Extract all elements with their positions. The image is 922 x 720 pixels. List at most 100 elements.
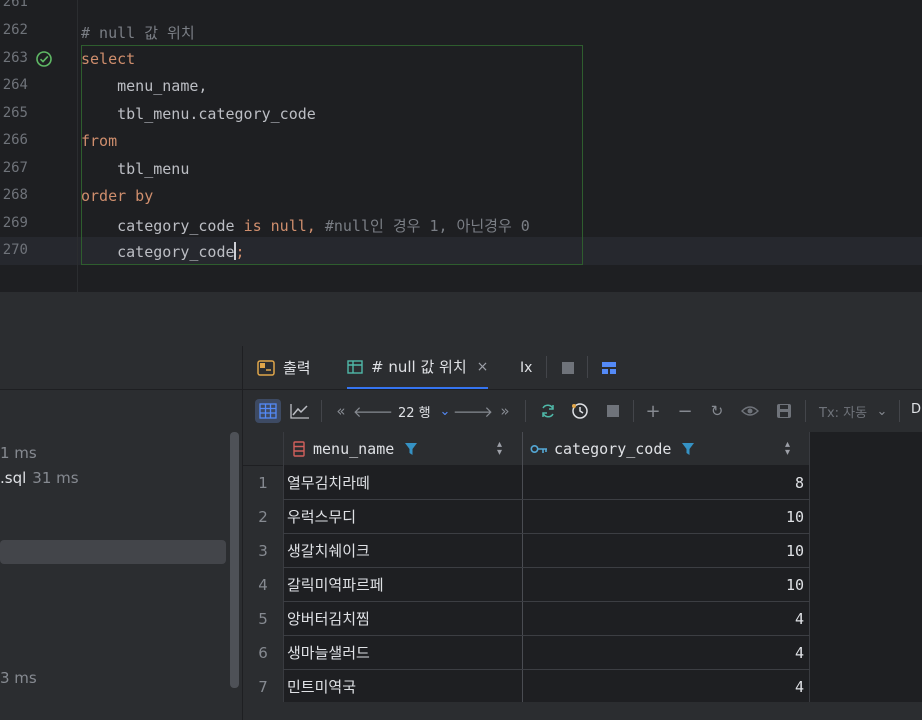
cell-category-code[interactable]: 10 — [654, 568, 804, 602]
panel-divider — [0, 292, 922, 346]
history-button[interactable] — [569, 399, 591, 423]
toolbar-overflow-label[interactable]: D — [911, 402, 921, 417]
column-header-menu-name[interactable]: menu_name — [293, 432, 521, 465]
add-row-icon[interactable]: + — [643, 399, 663, 423]
table-row[interactable]: 3 생갈치쉐이크 10 — [243, 534, 810, 568]
table-row[interactable]: 7 민트미역국 4 — [243, 670, 810, 704]
row-count[interactable]: 22 행 — [398, 402, 431, 421]
cell-menu-name[interactable]: 생갈치쉐이크 — [287, 534, 370, 568]
cell-category-code[interactable]: 4 — [654, 670, 804, 704]
row-number: 7 — [243, 670, 283, 704]
horizontal-scrollbar-track[interactable] — [243, 702, 922, 720]
stop-tab-button[interactable] — [561, 346, 575, 389]
chart-view-button[interactable] — [287, 399, 313, 423]
chevron-down-icon[interactable]: ⌄ — [437, 399, 453, 423]
service-item-time: 31 ms — [32, 469, 79, 487]
row-number: 6 — [243, 636, 283, 670]
toolbar-separator — [633, 400, 634, 422]
column-icon — [293, 440, 305, 457]
table-icon — [347, 359, 363, 374]
line-number: 264 — [2, 77, 28, 93]
line-number: 268 — [2, 187, 28, 203]
code-select-keyword: select — [81, 50, 136, 68]
line-number: 261 — [2, 0, 28, 10]
cell-menu-name[interactable]: 열무김치라떼 — [287, 466, 370, 500]
cell-menu-name[interactable]: 생마늘샐러드 — [287, 636, 370, 670]
table-row[interactable]: 2 우럭스무디 10 — [243, 500, 810, 534]
selected-service-item[interactable] — [0, 540, 226, 564]
line-number-gutter: 261 262 263 264 265 266 267 268 269 270 — [0, 0, 78, 292]
cell-category-code[interactable]: 4 — [654, 636, 804, 670]
close-tab-icon[interactable]: × — [477, 359, 489, 375]
table-row[interactable]: 6 생마늘샐러드 4 — [243, 636, 810, 670]
revert-icon[interactable]: ↻ — [707, 399, 727, 423]
row-number-header — [243, 432, 283, 465]
cell-menu-name[interactable]: 우럭스무디 — [287, 500, 356, 534]
cell-category-code[interactable]: 8 — [654, 466, 804, 500]
filter-icon[interactable] — [681, 442, 695, 456]
results-panel: 출력 # null 값 위치 × Ix « 🡐 22 행 ⌄ 🡒 » + − ↻… — [243, 346, 922, 720]
code-keyword-token: is null — [243, 217, 307, 235]
tab-tx[interactable]: Ix — [520, 346, 532, 389]
code-token: , — [306, 217, 325, 235]
code-line: category_code; — [81, 242, 245, 261]
refresh-button[interactable] — [537, 399, 559, 423]
view-icon[interactable] — [739, 399, 761, 423]
save-button[interactable] — [773, 399, 795, 423]
cell-menu-name[interactable]: 갈릭미역파르페 — [287, 568, 384, 602]
cell-category-code[interactable]: 4 — [654, 602, 804, 636]
chevron-down-icon[interactable]: ⌄ — [875, 399, 889, 423]
table-header: menu_name ▴ ▾ category_code ▴ ▾ — [243, 432, 810, 466]
cell-menu-name[interactable]: 민트미역국 — [287, 670, 356, 704]
sql-editor[interactable]: 261 262 263 264 265 266 267 268 269 270 … — [0, 0, 922, 292]
remove-row-icon[interactable]: − — [675, 399, 695, 423]
stop-icon — [607, 405, 619, 417]
table-row[interactable]: 1 열무김치라떼 8 — [243, 466, 810, 500]
tab-label: # null 값 위치 — [371, 358, 467, 376]
code-token: category_code — [81, 217, 244, 235]
execution-success-icon[interactable] — [35, 50, 53, 68]
service-item[interactable]: 3 ms — [0, 669, 37, 687]
table-view-button[interactable] — [255, 399, 281, 423]
code-line: category_code is null, #null인 경우 1, 아닌경우… — [81, 215, 530, 236]
code-line: tbl_menu — [81, 160, 190, 178]
line-number: 269 — [2, 215, 28, 231]
last-page-icon[interactable]: » — [495, 399, 515, 423]
grid-icon — [259, 403, 277, 419]
code-comment-line: # null 값 위치 — [81, 24, 195, 42]
row-number: 2 — [243, 500, 283, 534]
service-item[interactable]: 1 ms — [0, 444, 37, 462]
table-row[interactable]: 4 갈릭미역파르페 10 — [243, 568, 810, 602]
line-number: 267 — [2, 160, 28, 176]
vertical-scrollbar[interactable] — [230, 432, 239, 688]
results-toolbar: « 🡐 22 행 ⌄ 🡒 » + − ↻ Tx: 자동 ⌄ D — [243, 390, 922, 432]
stop-button[interactable] — [603, 399, 623, 423]
previous-page-icon[interactable]: 🡐 — [353, 399, 393, 423]
tab-output[interactable]: 출력 — [257, 346, 311, 389]
filter-icon[interactable] — [404, 442, 418, 456]
code-token: ; — [235, 243, 245, 261]
line-number: 263 — [2, 50, 28, 66]
column-header-category-code[interactable]: category_code — [530, 432, 790, 465]
next-page-icon[interactable]: 🡒 — [453, 399, 493, 423]
layout-button[interactable] — [601, 346, 617, 389]
first-page-icon[interactable]: « — [331, 399, 351, 423]
code-order-by-keyword: order by — [81, 187, 154, 205]
floppy-disk-icon — [777, 404, 791, 418]
output-icon — [257, 359, 275, 376]
row-number: 3 — [243, 534, 283, 568]
sort-icon[interactable]: ▴ ▾ — [785, 440, 790, 458]
tab-null-position[interactable]: # null 값 위치 × — [347, 346, 489, 389]
table-row[interactable]: 5 앙버터김치찜 4 — [243, 602, 810, 636]
transaction-mode[interactable]: Tx: 자동 — [819, 402, 867, 421]
cell-menu-name[interactable]: 앙버터김치찜 — [287, 602, 370, 636]
sort-icon[interactable]: ▴ ▾ — [497, 440, 502, 458]
cell-category-code[interactable]: 10 — [654, 534, 804, 568]
cell-category-code[interactable]: 10 — [654, 500, 804, 534]
code-line: menu_name, — [81, 77, 208, 95]
line-number: 270 — [2, 242, 28, 258]
service-item-label: .sql — [0, 469, 27, 487]
service-item[interactable]: .sql 31 ms — [0, 469, 79, 487]
line-number: 265 — [2, 105, 28, 121]
tab-label: 출력 — [283, 359, 311, 377]
